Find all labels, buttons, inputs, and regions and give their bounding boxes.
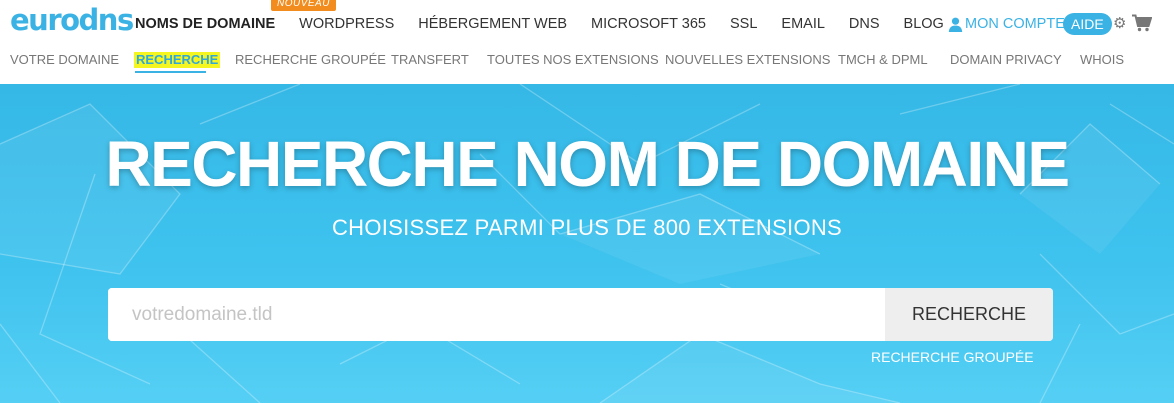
domain-search-input[interactable] bbox=[108, 288, 885, 341]
subnav-item-transfert[interactable]: TRANSFERT bbox=[391, 52, 469, 68]
nav-item-wordpress[interactable]: WORDPRESS bbox=[287, 14, 406, 34]
user-icon bbox=[948, 17, 963, 32]
help-button[interactable]: AIDE bbox=[1063, 13, 1112, 35]
domain-search-form: RECHERCHE bbox=[108, 288, 1053, 341]
nav-item-email[interactable]: EMAIL bbox=[769, 14, 837, 34]
subnav-item-recherche[interactable]: RECHERCHE bbox=[134, 52, 221, 68]
nav-item-blog[interactable]: BLOG bbox=[892, 14, 956, 34]
nav-item-hebergement-web[interactable]: HÉBERGEMENT WEB bbox=[406, 14, 579, 34]
account-link[interactable]: MON COMPTE bbox=[948, 14, 1065, 34]
subnav-item-tmch-dpml[interactable]: TMCH & DPML bbox=[838, 52, 928, 68]
subnav-item-whois[interactable]: WHOIS bbox=[1080, 52, 1124, 68]
search-button[interactable]: RECHERCHE bbox=[885, 288, 1053, 341]
top-bar: eurodns NOMS DE DOMAINE WORDPRESS HÉBERG… bbox=[0, 0, 1174, 48]
subnav-item-domain-privacy[interactable]: DOMAIN PRIVACY bbox=[950, 52, 1062, 68]
eurodns-logo[interactable]: eurodns bbox=[10, 4, 134, 36]
hero-subtitle: CHOISISSEZ PARMI PLUS DE 800 EXTENSIONS bbox=[331, 215, 843, 240]
nav-item-microsoft-365[interactable]: MICROSOFT 365 bbox=[579, 14, 718, 34]
grouped-search-link[interactable]: RECHERCHE GROUPÉE bbox=[871, 348, 1034, 366]
nav-item-ssl[interactable]: SSL bbox=[718, 14, 769, 34]
cart-icon[interactable] bbox=[1132, 14, 1152, 32]
sub-nav: VOTRE DOMAINE RECHERCHE RECHERCHE GROUPÉ… bbox=[0, 48, 1174, 84]
subnav-item-recherche-groupee[interactable]: RECHERCHE GROUPÉE bbox=[235, 52, 386, 68]
active-tab-underline bbox=[135, 71, 206, 73]
subnav-item-toutes-nos-extensions[interactable]: TOUTES NOS EXTENSIONS bbox=[487, 52, 659, 68]
subnav-item-votre-domaine[interactable]: VOTRE DOMAINE bbox=[10, 52, 119, 68]
main-nav: NOMS DE DOMAINE WORDPRESS HÉBERGEMENT WE… bbox=[123, 14, 956, 34]
hero-section: RECHERCHE NOM DE DOMAINE CHOISISSEZ PARM… bbox=[0, 84, 1174, 403]
gear-icon[interactable]: ⚙ bbox=[1113, 15, 1126, 33]
subnav-item-nouvelles-extensions[interactable]: NOUVELLES EXTENSIONS bbox=[665, 52, 830, 68]
nav-item-dns[interactable]: DNS bbox=[837, 14, 892, 34]
nav-item-noms-de-domaine[interactable]: NOMS DE DOMAINE bbox=[123, 14, 287, 34]
account-label: MON COMPTE bbox=[965, 16, 1065, 32]
new-badge: NOUVEAU bbox=[271, 0, 336, 11]
hero-title: RECHERCHE NOM DE DOMAINE bbox=[105, 128, 1070, 200]
